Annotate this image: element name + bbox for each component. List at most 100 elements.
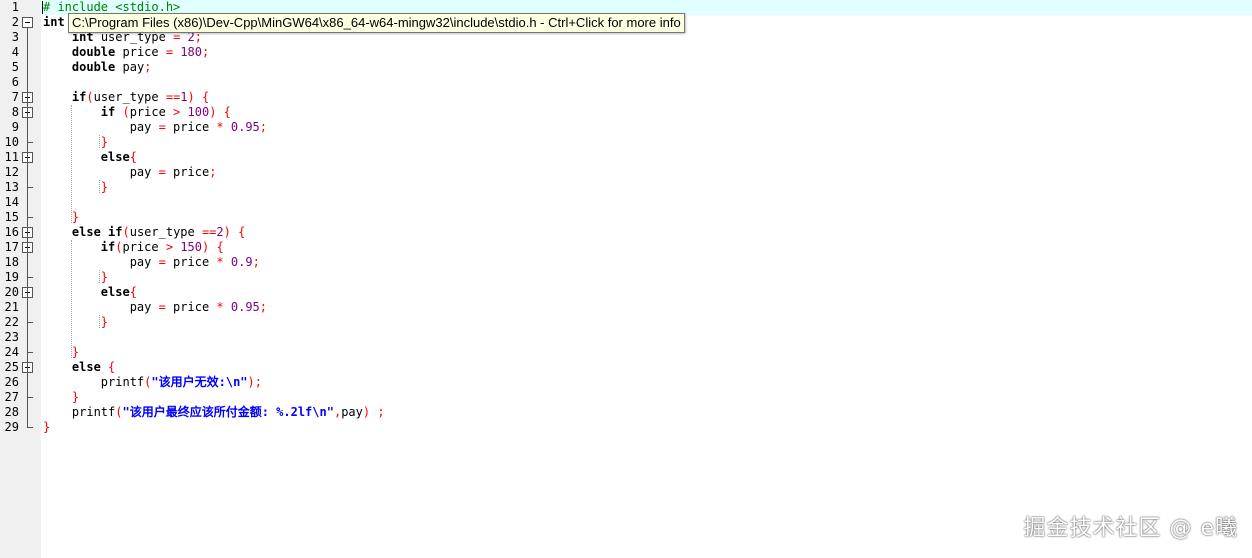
indent-guide xyxy=(99,180,100,193)
code-token: } xyxy=(71,345,80,359)
code-token: ) { xyxy=(187,90,210,104)
code-token: ; xyxy=(259,120,268,134)
fold-collapse-icon[interactable] xyxy=(22,17,33,28)
code-token: { xyxy=(129,150,137,164)
code-token: pay xyxy=(43,165,159,179)
line-number[interactable]: 2 xyxy=(0,15,19,30)
code-token: ( xyxy=(122,225,130,239)
line-number[interactable]: 20 xyxy=(0,285,19,300)
code-token: * xyxy=(216,300,224,314)
fold-end-mark xyxy=(27,397,33,398)
line-number[interactable]: 14 xyxy=(0,195,19,210)
code-token: if xyxy=(100,240,116,254)
line-number[interactable]: 16 xyxy=(0,225,19,240)
code-token: = xyxy=(158,300,166,314)
code-line[interactable]: else if(user_type ==2) { xyxy=(43,225,245,240)
line-number[interactable]: 7 xyxy=(0,90,19,105)
code-token: = xyxy=(158,120,166,134)
indent-guide xyxy=(71,105,72,223)
code-token: double xyxy=(71,60,116,74)
code-line[interactable]: else{ xyxy=(43,285,137,300)
code-token: ; xyxy=(259,300,268,314)
line-number[interactable]: 10 xyxy=(0,135,19,150)
indent-guide xyxy=(71,240,72,358)
line-number[interactable]: 17 xyxy=(0,240,19,255)
include-path-tooltip: C:\Program Files (x86)\Dev-Cpp\MinGW64\x… xyxy=(68,13,685,33)
code-line[interactable]: pay = price * 0.95; xyxy=(43,300,267,315)
code-token: ); xyxy=(247,375,262,389)
line-number[interactable]: 12 xyxy=(0,165,19,180)
line-number[interactable]: 1 xyxy=(0,0,19,15)
code-token: ) { xyxy=(202,240,224,254)
line-number[interactable]: 24 xyxy=(0,345,19,360)
code-line[interactable]: else { xyxy=(43,360,115,375)
code-token: 100 xyxy=(187,105,210,119)
code-token: 180 xyxy=(180,45,202,59)
line-number[interactable]: 11 xyxy=(0,150,19,165)
line-number[interactable]: 27 xyxy=(0,390,19,405)
code-token: } xyxy=(100,315,109,329)
code-token: * xyxy=(216,255,224,269)
line-number[interactable]: 4 xyxy=(0,45,19,60)
code-line[interactable]: pay = price * 0.95; xyxy=(43,120,267,135)
code-line[interactable]: pay = price; xyxy=(43,165,217,180)
fold-end-mark xyxy=(27,322,33,323)
code-line[interactable]: double price = 180; xyxy=(43,45,209,60)
line-number[interactable]: 29 xyxy=(0,420,19,435)
code-token: ( xyxy=(86,90,94,104)
code-token: price xyxy=(165,255,217,269)
code-token: price xyxy=(115,45,166,59)
code-line[interactable]: printf("该用户最终应该所付金额: %.2lf\n",pay) ; xyxy=(43,405,385,420)
code-line[interactable]: } xyxy=(43,345,79,360)
code-token: # include <stdio.h> xyxy=(43,0,181,14)
line-number[interactable]: 28 xyxy=(0,405,19,420)
line-number[interactable]: 9 xyxy=(0,120,19,135)
line-number[interactable]: 19 xyxy=(0,270,19,285)
line-number[interactable]: 6 xyxy=(0,75,19,90)
line-number[interactable]: 15 xyxy=(0,210,19,225)
code-token: ) { xyxy=(223,225,246,239)
code-token: ; xyxy=(252,255,260,269)
code-line[interactable]: pay = price * 0.9; xyxy=(43,255,260,270)
code-token: price xyxy=(165,165,210,179)
code-line[interactable]: } xyxy=(43,210,79,225)
code-token: else xyxy=(71,360,101,374)
code-line[interactable]: double pay; xyxy=(43,60,152,75)
code-token: == xyxy=(165,90,181,104)
line-number[interactable]: 25 xyxy=(0,360,19,375)
line-number[interactable]: 21 xyxy=(0,300,19,315)
code-line[interactable]: } xyxy=(43,420,50,435)
line-number[interactable]: 13 xyxy=(0,180,19,195)
code-line[interactable]: else{ xyxy=(43,150,137,165)
line-number[interactable]: 5 xyxy=(0,60,19,75)
code-line[interactable]: } xyxy=(43,390,79,405)
code-token: 1 xyxy=(180,90,188,104)
code-token: } xyxy=(100,135,109,149)
code-token: "该用户最终应该所付金额: %.2lf\n" xyxy=(122,405,334,419)
code-token: pay xyxy=(43,255,159,269)
line-number[interactable]: 22 xyxy=(0,315,19,330)
code-token: user_type xyxy=(93,90,166,104)
line-number[interactable]: 8 xyxy=(0,105,19,120)
code-token: else xyxy=(100,150,130,164)
code-token: 2 xyxy=(216,225,224,239)
line-number[interactable]: 18 xyxy=(0,255,19,270)
code-token: { xyxy=(100,360,116,374)
code-token: pay xyxy=(43,300,159,314)
code-line[interactable]: if(user_type ==1) { xyxy=(43,90,209,105)
line-number[interactable]: 3 xyxy=(0,30,19,45)
fold-end-mark xyxy=(27,217,33,218)
code-line[interactable]: printf("该用户无效:\n"); xyxy=(43,375,262,390)
line-number[interactable]: 23 xyxy=(0,330,19,345)
line-number[interactable]: 26 xyxy=(0,375,19,390)
code-token: 150 xyxy=(180,240,202,254)
code-token: > xyxy=(165,240,174,254)
